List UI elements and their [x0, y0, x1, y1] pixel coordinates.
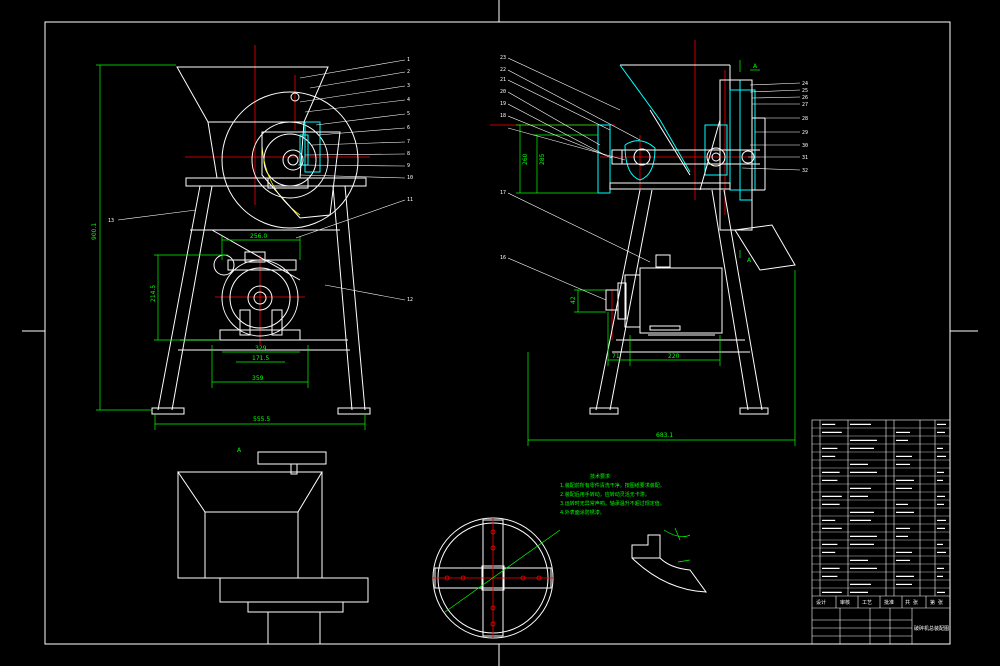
title-sig-process: 工艺	[862, 600, 872, 606]
side-balloon-29: 29	[802, 130, 808, 136]
side-balloon-21: 21	[500, 77, 506, 83]
front-balloon-3: 3	[407, 83, 410, 89]
side-hopper-section	[597, 64, 756, 201]
notes-line-4: 4.外表面涂防锈漆。	[560, 509, 605, 516]
front-balloon-12: 12	[407, 297, 413, 303]
notes-line-3: 3.运转时无异常声响，轴承温升不超过规定值。	[560, 500, 665, 507]
technical-notes: 技术要求 1.装配前所有零件清洗干净，按图纸要求装配。 2.装配后用手转动，应转…	[560, 473, 665, 516]
front-balloon-2: 2	[407, 69, 410, 75]
title-sig-design: 设计	[816, 599, 826, 606]
title-sig-total: 共 张	[905, 599, 918, 606]
side-balloon-19: 19	[500, 101, 506, 107]
title-sig-sheet: 第 张	[930, 599, 943, 606]
side-balloon-23: 23	[500, 55, 506, 61]
drawing-title: 破碎机总装配图	[914, 625, 949, 632]
side-dim-overall-width: 683.1	[656, 432, 673, 439]
front-dim-motor-base-c: 329	[255, 345, 267, 352]
side-dim-motor-a: 71	[612, 353, 620, 360]
front-balloon-10: 10	[407, 175, 413, 181]
title-sig-review: 审核	[840, 599, 850, 606]
notes-line-2: 2.装配后用手转动，应转动灵活无卡滞。	[560, 491, 650, 498]
front-balloon-8: 8	[407, 151, 410, 157]
side-balloon-31: 31	[802, 155, 808, 161]
front-leaders	[117, 59, 406, 301]
side-section-mark-bottom: A	[747, 257, 752, 264]
side-balloons-right: 24 25 26 27 28 29 30 31 32	[802, 81, 808, 174]
side-shaft	[609, 119, 796, 271]
side-section-mark-top: A	[753, 63, 758, 70]
side-balloon-16: 16	[500, 255, 506, 261]
side-balloon-17: 17	[500, 190, 506, 196]
front-balloon-11: 11	[407, 197, 413, 203]
front-balloon-13: 13	[108, 218, 114, 224]
side-balloons-left: 23 22 21 20 19 18 17 16	[500, 55, 506, 261]
front-balloon-labels: 1 2 3 4 5 6 7 8 9 10 11 12 13	[108, 57, 413, 303]
side-motor	[605, 254, 723, 336]
parts-list-entries	[822, 423, 946, 594]
side-balloon-18: 18	[500, 113, 506, 119]
side-dim-hopper-height-a: 260	[522, 153, 529, 165]
side-view: 683.1 260 285 42 71 220 A A 23 22 21 20 …	[490, 40, 808, 446]
front-dim-overall-width: 555.5	[253, 416, 270, 423]
side-balloon-26: 26	[802, 95, 808, 101]
parts-list-rows	[812, 427, 950, 589]
side-dim-hopper-height-b: 285	[539, 153, 546, 165]
side-balloon-20: 20	[500, 89, 506, 95]
front-dim-motor-base-a: 256.0	[250, 233, 267, 240]
front-dim-motor-base-b: 171.5	[252, 355, 269, 362]
title-sig-approve: 批准	[884, 599, 894, 606]
side-frame	[589, 189, 769, 415]
front-grinder-housing	[221, 91, 359, 229]
side-dim-motor-b: 220	[668, 353, 680, 360]
side-balloon-30: 30	[802, 143, 808, 149]
front-dim-overall-height: 900.1	[91, 223, 98, 240]
front-balloon-7: 7	[407, 139, 410, 145]
front-balloon-5: 5	[407, 111, 410, 117]
rotor-detail	[432, 517, 561, 639]
front-motor	[213, 251, 301, 341]
side-balloon-27: 27	[802, 102, 808, 108]
notes-title: 技术要求	[590, 473, 610, 480]
side-rotor-disk	[611, 79, 766, 231]
front-balloon-1: 1	[407, 57, 410, 63]
top-view-mark: A	[237, 447, 242, 454]
front-dim-base-width: 359	[252, 375, 264, 382]
title-block-signatures: 设计 审核 工艺 批准 共 张 第 张	[816, 599, 943, 606]
side-dim-shaft: 42	[570, 296, 577, 304]
front-balloon-4: 4	[407, 97, 410, 103]
front-dim-motor-height: 214.5	[150, 285, 157, 302]
cad-drawing-canvas: 900.1 555.5 214.5 256.0 171.5 329 359 1 …	[22, 0, 978, 666]
front-balloon-6: 6	[407, 125, 410, 131]
front-dimension-lines	[96, 64, 366, 430]
front-balloon-9: 9	[407, 163, 410, 169]
blade-detail	[631, 527, 708, 593]
top-view	[177, 451, 369, 645]
side-balloon-28: 28	[802, 116, 808, 122]
side-balloon-24: 24	[802, 81, 808, 87]
side-balloon-32: 32	[802, 168, 808, 174]
notes-line-1: 1.装配前所有零件清洗干净，按图纸要求装配。	[560, 482, 665, 489]
front-view: 900.1 555.5 214.5 256.0 171.5 329 359 1 …	[91, 45, 413, 430]
side-balloon-22: 22	[500, 67, 506, 73]
side-hopper	[620, 64, 731, 176]
side-balloon-25: 25	[802, 88, 808, 94]
